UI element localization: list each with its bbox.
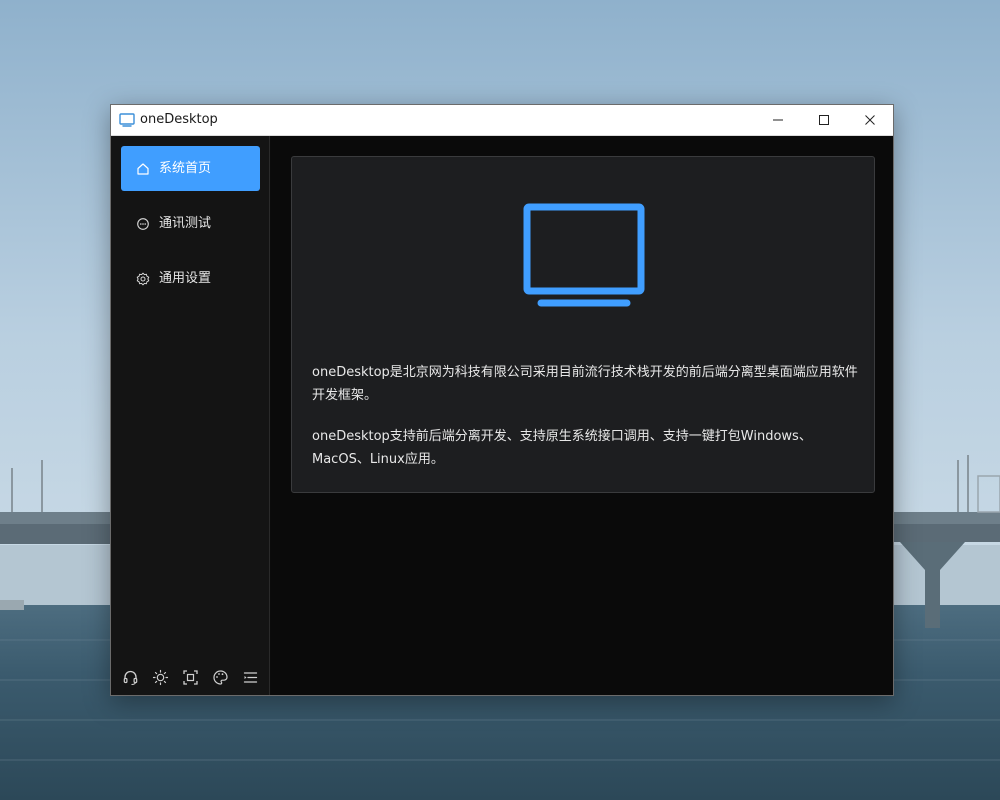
chat-icon <box>136 217 150 231</box>
sidebar-item-label: 通用设置 <box>159 270 212 286</box>
monitor-icon <box>523 203 645 307</box>
app-window: oneDesktop 系统首页 通讯测试 通用设置 oneDesktop是北京网… <box>110 104 894 696</box>
sidebar-item-label: 系统首页 <box>159 160 212 176</box>
maximize-button[interactable] <box>801 105 847 135</box>
title-bar[interactable]: oneDesktop <box>111 105 893 136</box>
close-icon <box>865 115 875 125</box>
minimize-button[interactable] <box>755 105 801 135</box>
sidebar-item-label: 通讯测试 <box>159 215 212 231</box>
brightness-icon[interactable] <box>152 669 169 686</box>
sidebar-item-comm-test[interactable]: 通讯测试 <box>121 201 260 246</box>
close-button[interactable] <box>847 105 893 135</box>
maximize-icon <box>819 115 829 125</box>
menu-icon[interactable] <box>242 669 259 686</box>
minimize-icon <box>773 119 783 121</box>
intro-paragraph: oneDesktop是北京网为科技有限公司采用目前流行技术栈开发的前后端分离型桌… <box>312 365 858 403</box>
home-icon <box>136 162 150 176</box>
sidebar: 系统首页 通讯测试 通用设置 <box>111 136 270 695</box>
features-paragraph: oneDesktop支持前后端分离开发、支持原生系统接口调用、支持一键打包Win… <box>312 429 812 467</box>
window-title: oneDesktop <box>140 112 218 127</box>
main-content: oneDesktop是北京网为科技有限公司采用目前流行技术栈开发的前后端分离型桌… <box>271 136 893 695</box>
palette-icon[interactable] <box>212 669 229 686</box>
sidebar-toolbar <box>111 659 269 695</box>
sidebar-item-settings[interactable]: 通用设置 <box>121 256 260 301</box>
intro-card: oneDesktop是北京网为科技有限公司采用目前流行技术栈开发的前后端分离型桌… <box>291 156 875 493</box>
screenshot-icon[interactable] <box>182 669 199 686</box>
sidebar-item-home[interactable]: 系统首页 <box>121 146 260 191</box>
gear-icon <box>136 271 150 286</box>
headset-icon[interactable] <box>122 669 139 686</box>
monitor-icon <box>119 113 135 127</box>
